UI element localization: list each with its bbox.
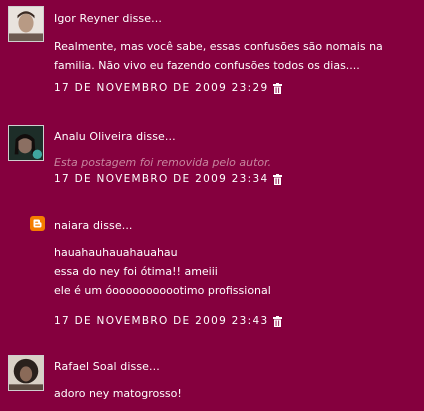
comment-line: hauahauhauahauahau — [54, 246, 178, 259]
comment-line: adoro ney matogrosso! — [54, 387, 182, 400]
comment-timestamp: 17 DE NOVEMBRO DE 2009 23:29 — [54, 82, 283, 94]
avatar[interactable] — [8, 355, 44, 391]
comment-body: adoro ney matogrosso! — [54, 384, 414, 403]
comment-line: familia. Não vivo eu fazendo confusões t… — [54, 59, 360, 72]
comment-removed-notice: Esta postagem foi removida pelo autor. — [54, 156, 272, 169]
timestamp-link[interactable]: 17 DE NOVEMBRO DE 2009 23:43 — [54, 315, 268, 327]
avatar[interactable] — [8, 125, 44, 161]
avatar-photo — [9, 126, 43, 160]
comment-line: Realmente, mas você sabe, essas confusõe… — [54, 40, 383, 53]
trash-icon[interactable] — [273, 173, 283, 185]
comment-timestamp: 17 DE NOVEMBRO DE 2009 23:43 — [54, 315, 283, 327]
comment-author[interactable]: naiara disse... — [54, 219, 133, 232]
blogger-icon[interactable] — [30, 216, 45, 231]
blogger-b-glyph — [33, 219, 42, 228]
comment-author[interactable]: Analu Oliveira disse... — [54, 130, 176, 143]
avatar-photo — [9, 356, 43, 390]
comment-timestamp: 17 DE NOVEMBRO DE 2009 23:34 — [54, 173, 283, 185]
trash-icon[interactable] — [273, 315, 283, 327]
comment-line: essa do ney foi ótima!! ameiii — [54, 265, 218, 278]
comment-author[interactable]: Igor Reyner disse... — [54, 12, 162, 25]
comment-body: hauahauhauahauahau essa do ney foi ótima… — [54, 243, 414, 300]
avatar[interactable] — [8, 6, 44, 42]
timestamp-link[interactable]: 17 DE NOVEMBRO DE 2009 23:29 — [54, 82, 268, 94]
comment-body: Realmente, mas você sabe, essas confusõe… — [54, 37, 414, 75]
timestamp-link[interactable]: 17 DE NOVEMBRO DE 2009 23:34 — [54, 173, 268, 185]
comment-line: ele é um óooooooooootimo profissional — [54, 284, 271, 297]
avatar-photo — [9, 7, 43, 41]
trash-icon[interactable] — [273, 82, 283, 94]
comment-author[interactable]: Rafael Soal disse... — [54, 360, 160, 373]
